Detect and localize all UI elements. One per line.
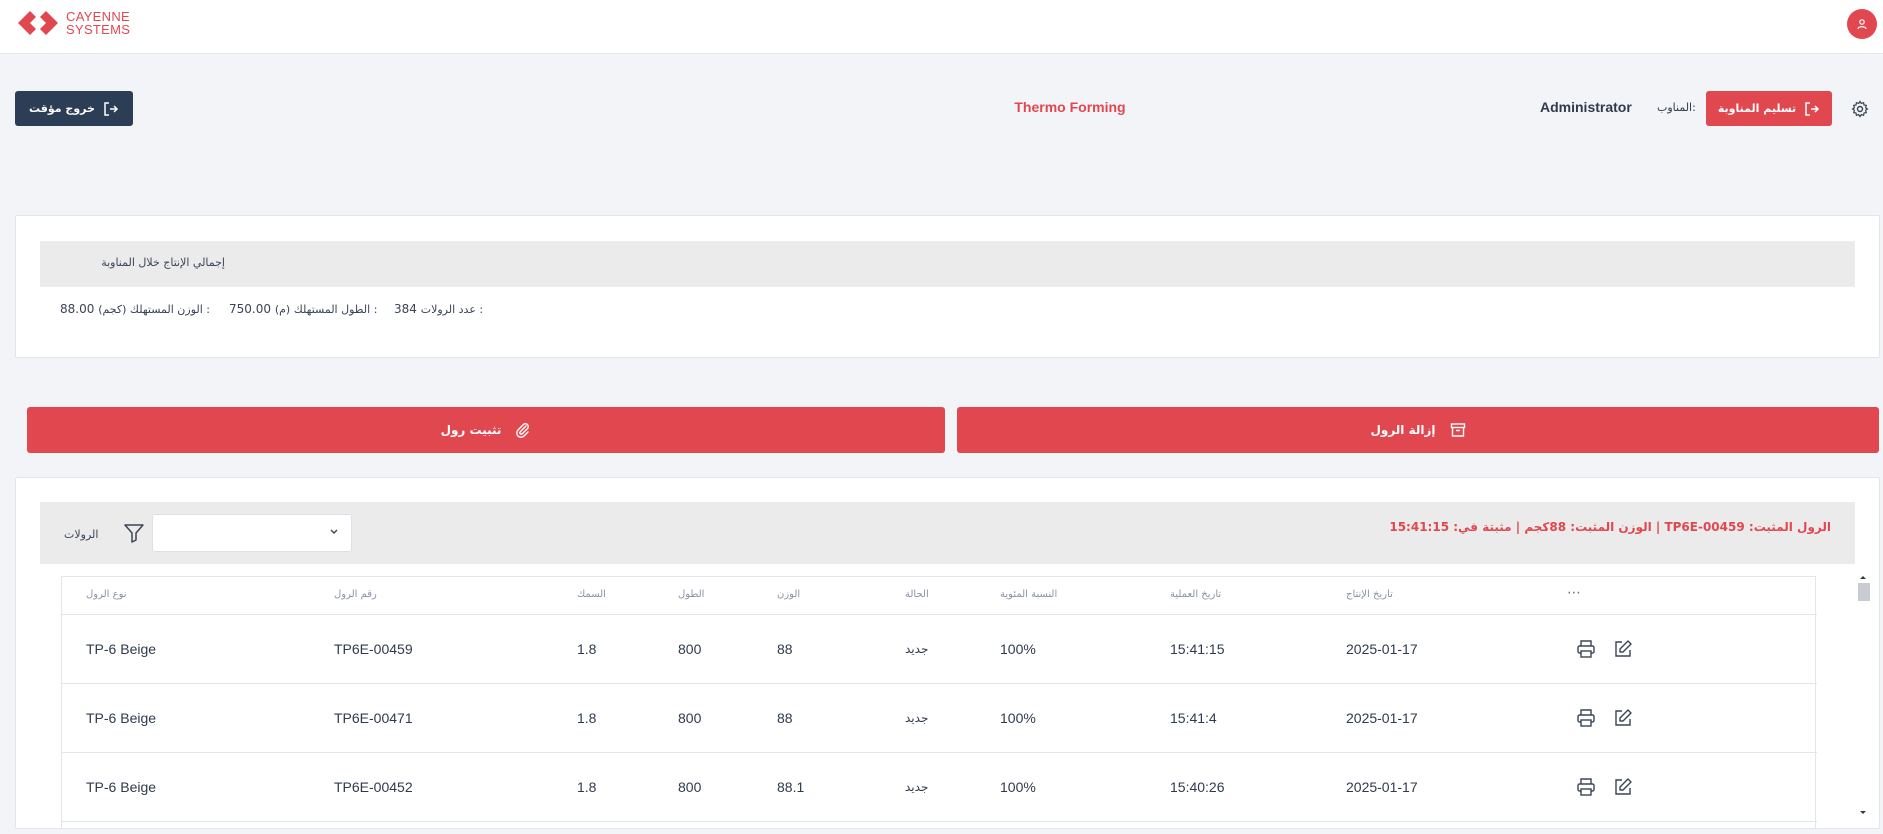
cell-weight: 88	[777, 710, 793, 726]
cell-status: جديد	[905, 780, 929, 794]
gear-icon[interactable]	[1851, 100, 1869, 118]
scroll-down-icon[interactable]	[1856, 809, 1870, 817]
col-roll-type: نوع الرول	[86, 589, 127, 600]
user-avatar[interactable]	[1847, 9, 1877, 39]
stat-weight-label: الوزن المستهلك (كجم) :	[98, 303, 210, 316]
installed-roll-info: الرول المثبت: TP6E-00459 | الوزن المثبت:…	[1389, 520, 1831, 534]
cell-length: 800	[678, 641, 702, 657]
cell-roll-number: TP6E-00459	[334, 641, 413, 657]
edit-icon[interactable]	[1613, 777, 1633, 797]
table-row[interactable]: TP-6 Beige TP6E-00459 1.8 800 88 جديد 10…	[62, 615, 1817, 684]
temporary-exit-label: خروج مؤقت	[29, 102, 95, 115]
rolls-table: نوع الرول رقم الرول السمك الطول الوزن ال…	[61, 576, 1817, 828]
app-title: Thermo Forming	[1014, 99, 1126, 115]
cell-operation-date: 15:41:15	[1170, 641, 1225, 657]
cell-status: جديد	[905, 711, 929, 725]
col-operation-date: تاريخ العملية	[1170, 589, 1222, 600]
print-icon[interactable]	[1576, 639, 1596, 659]
col-status: الحالة	[905, 589, 929, 600]
rolls-title: الرولات	[64, 528, 99, 541]
summary-title: إجمالي الإنتاج خلال المناوبة	[101, 256, 225, 269]
cell-status: جديد	[905, 642, 929, 656]
stat-rolls-count-value: 384	[394, 302, 417, 316]
logout-icon	[1805, 101, 1820, 116]
chevron-down-icon	[330, 529, 338, 534]
shift-summary-card: إجمالي الإنتاج خلال المناوبة 384 عدد الر…	[15, 215, 1880, 358]
cell-roll-type: TP-6 Beige	[86, 779, 157, 795]
top-bar: CAYENNE SYSTEMS	[0, 0, 1883, 54]
user-icon	[1857, 19, 1867, 30]
stat-consumed-length: 750.00 الطول المستهلك (م) :	[229, 302, 377, 316]
install-roll-label: تثبيت رول	[440, 423, 502, 437]
rolls-card: الرولات الرول المثبت: TP6E-00459 | الوزن…	[15, 477, 1880, 829]
table-scrollbar[interactable]	[1856, 573, 1870, 823]
cell-production-date: 2025-01-17	[1346, 710, 1418, 726]
edit-icon[interactable]	[1613, 708, 1633, 728]
edit-icon[interactable]	[1613, 639, 1633, 659]
cell-weight: 88.1	[777, 779, 805, 795]
col-production-date: تاريخ الإنتاج	[1346, 589, 1393, 600]
stat-rolls-count-label: عدد الرولات :	[420, 303, 484, 316]
cell-operation-date: 15:41:4	[1170, 710, 1217, 726]
install-roll-button[interactable]: تثبيت رول	[27, 407, 945, 453]
stat-rolls-count: 384 عدد الرولات :	[394, 302, 483, 316]
shift-handover-label: تسليم المناوبة	[1717, 102, 1797, 115]
archive-icon	[1450, 423, 1465, 437]
cell-roll-type: TP-6 Beige	[86, 710, 157, 726]
col-weight: الوزن	[777, 589, 801, 600]
brand-line-2: SYSTEMS	[66, 22, 131, 37]
scrollbar-thumb[interactable]	[1858, 583, 1870, 601]
scroll-up-icon[interactable]	[1856, 573, 1870, 581]
more-options-icon[interactable]: ⋯	[1567, 585, 1581, 601]
col-thickness: السمك	[577, 589, 606, 600]
cell-thickness: 1.8	[577, 779, 597, 795]
logout-icon	[104, 101, 119, 116]
cell-length: 800	[678, 779, 702, 795]
cell-length: 800	[678, 710, 702, 726]
cell-thickness: 1.8	[577, 641, 597, 657]
stat-weight-value: 88.00	[60, 302, 95, 316]
cell-roll-type: TP-6 Beige	[86, 641, 157, 657]
stat-length-label: الطول المستهلك (م) :	[274, 303, 378, 316]
col-roll-number: رقم الرول	[334, 589, 377, 600]
table-row[interactable]: TP-6 Beige TP6E-00471 1.8 800 88 جديد 10…	[62, 684, 1817, 753]
summary-header: إجمالي الإنتاج خلال المناوبة	[40, 241, 1855, 287]
cell-percent: 100%	[1000, 779, 1036, 795]
shift-user-name: Administrator	[1540, 99, 1632, 115]
cell-weight: 88	[777, 641, 793, 657]
filter-icon[interactable]	[123, 522, 145, 544]
paperclip-icon	[516, 423, 530, 438]
cell-roll-number: TP6E-00471	[334, 710, 413, 726]
cell-thickness: 1.8	[577, 710, 597, 726]
col-percent: النسبة المئوية	[1000, 589, 1058, 600]
print-icon[interactable]	[1576, 777, 1596, 797]
stat-length-value: 750.00	[229, 302, 271, 316]
table-row[interactable]: TP-6 Beige TP6E-00452 1.8 800 88.1 جديد …	[62, 753, 1817, 822]
cayenne-logo-icon	[18, 11, 58, 35]
cell-operation-date: 15:40:26	[1170, 779, 1225, 795]
rolls-header: الرولات الرول المثبت: TP6E-00459 | الوزن…	[40, 502, 1855, 564]
cell-percent: 100%	[1000, 641, 1036, 657]
cell-percent: 100%	[1000, 710, 1036, 726]
print-icon[interactable]	[1576, 708, 1596, 728]
cell-production-date: 2025-01-17	[1346, 779, 1418, 795]
remove-roll-label: إزالة الرول	[1370, 423, 1436, 437]
temporary-exit-button[interactable]: خروج مؤقت	[15, 91, 133, 126]
shift-user-label: المناوب:	[1657, 101, 1696, 114]
col-length: الطول	[678, 589, 705, 600]
cell-production-date: 2025-01-17	[1346, 641, 1418, 657]
cell-roll-number: TP6E-00452	[334, 779, 413, 795]
shift-handover-button[interactable]: تسليم المناوبة	[1706, 91, 1832, 126]
rolls-filter-select[interactable]	[152, 514, 352, 552]
stat-consumed-weight: 88.00 الوزن المستهلك (كجم) :	[60, 302, 210, 316]
brand-logo[interactable]: CAYENNE SYSTEMS	[16, 7, 130, 39]
remove-roll-button[interactable]: إزالة الرول	[957, 407, 1879, 453]
